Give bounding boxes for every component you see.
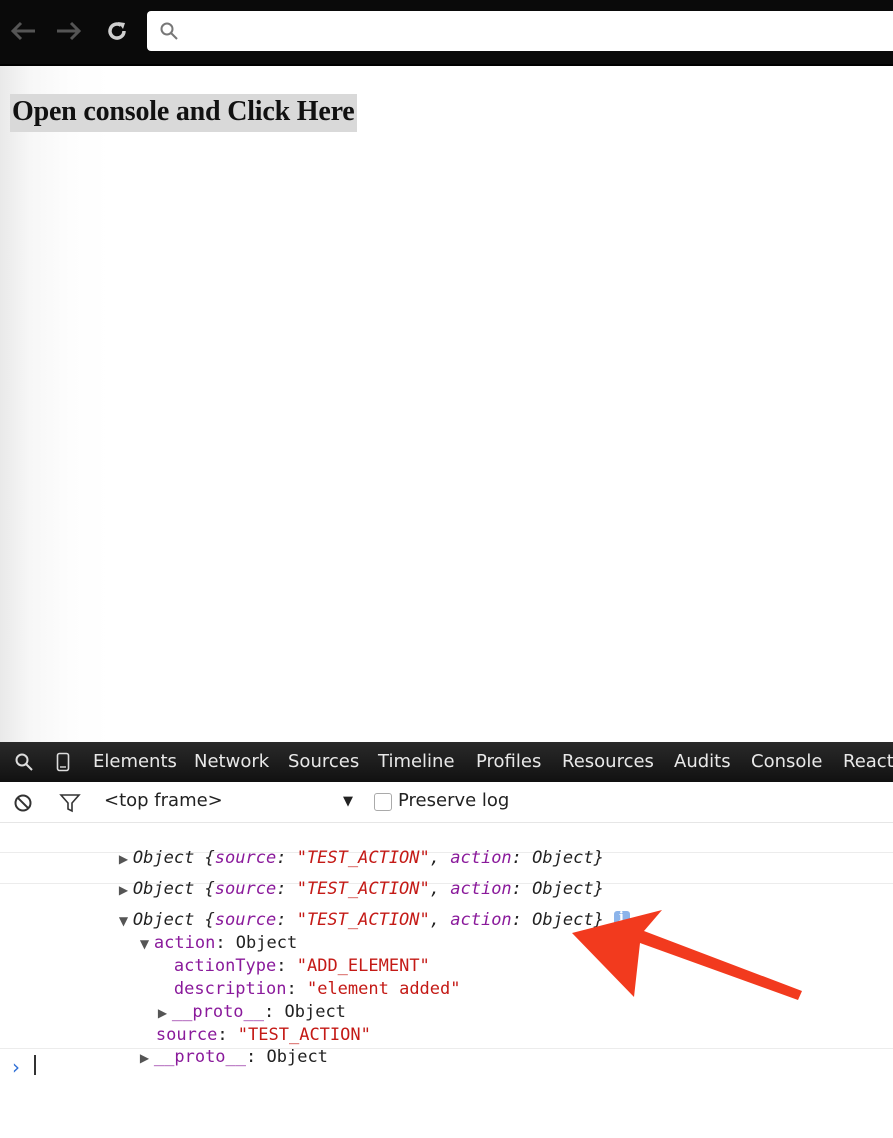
annotation-arrow-icon bbox=[572, 910, 802, 1000]
inspect-search-icon[interactable] bbox=[14, 752, 34, 777]
tab-sources[interactable]: Sources bbox=[288, 751, 359, 773]
device-mode-icon[interactable] bbox=[56, 752, 70, 777]
log-entry[interactable]: ▶ Object {source: "TEST_ACTION", action: … bbox=[0, 822, 893, 868]
log-entry[interactable]: ▶ Object {source: "TEST_ACTION", action: … bbox=[0, 853, 893, 899]
back-arrow-icon[interactable] bbox=[10, 17, 38, 45]
devtools-tab-bar: Elements Network Sources Timeline Profil… bbox=[0, 742, 893, 782]
console-prompt[interactable]: › bbox=[0, 1048, 893, 1083]
reload-icon[interactable] bbox=[103, 17, 131, 45]
chevron-down-icon[interactable]: ▼ bbox=[343, 794, 353, 809]
tab-network[interactable]: Network bbox=[194, 751, 269, 773]
clear-console-icon[interactable] bbox=[13, 793, 33, 818]
tab-timeline[interactable]: Timeline bbox=[378, 751, 455, 773]
filter-icon[interactable] bbox=[59, 793, 81, 818]
frame-select[interactable]: <top frame> bbox=[104, 790, 223, 811]
preserve-log-checkbox[interactable] bbox=[374, 793, 392, 811]
tab-profiles[interactable]: Profiles bbox=[476, 751, 541, 773]
page-viewport: Open console and Click Here bbox=[0, 66, 893, 742]
click-here-button[interactable]: Open console and Click Here bbox=[10, 94, 357, 132]
tab-react[interactable]: React bbox=[843, 751, 893, 773]
search-icon bbox=[159, 21, 179, 45]
tab-audits[interactable]: Audits bbox=[674, 751, 731, 773]
address-bar[interactable] bbox=[147, 11, 893, 51]
tab-resources[interactable]: Resources bbox=[562, 751, 654, 773]
text-caret bbox=[34, 1055, 36, 1075]
tab-elements[interactable]: Elements bbox=[93, 751, 177, 773]
browser-toolbar bbox=[0, 0, 893, 66]
preserve-log-label: Preserve log bbox=[398, 790, 510, 811]
console-toolbar: <top frame> ▼ Preserve log bbox=[0, 782, 893, 823]
tab-console[interactable]: Console bbox=[751, 751, 822, 773]
prompt-chevron-icon: › bbox=[12, 1055, 20, 1079]
forward-arrow-icon[interactable] bbox=[54, 17, 82, 45]
